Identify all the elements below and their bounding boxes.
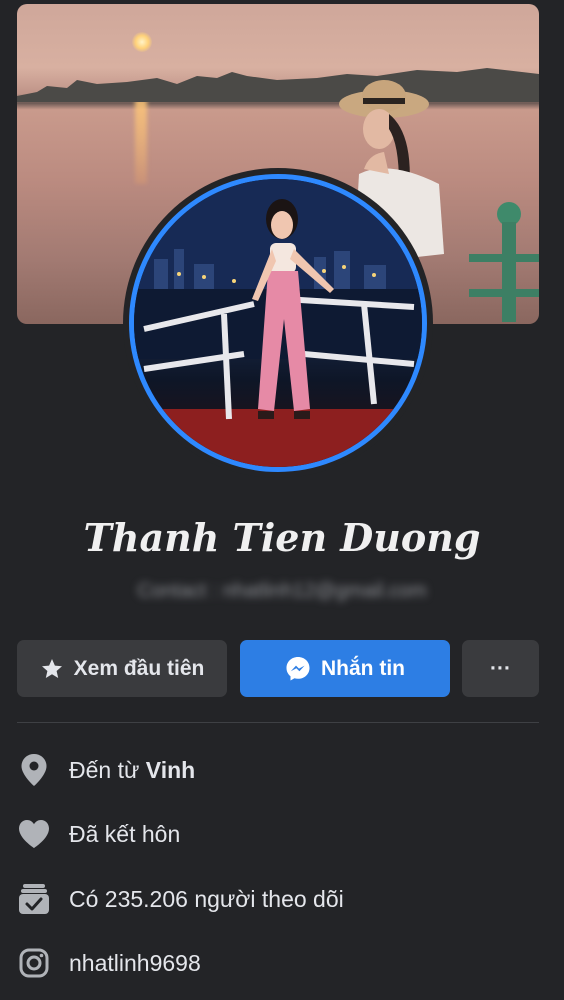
relationship-status: Đã kết hôn xyxy=(69,820,181,847)
location-pin-icon xyxy=(21,754,47,786)
railing-graphic xyxy=(469,202,539,322)
instagram-handle[interactable]: nhatlinh9698 xyxy=(69,950,201,977)
followers-count: Có 235.206 người theo dõi xyxy=(69,885,344,912)
intro-hometown: Đến từ Vinh xyxy=(17,750,195,790)
followers-icon xyxy=(19,884,49,914)
see-first-label: Xem đầu tiên xyxy=(73,656,205,680)
divider xyxy=(17,722,539,723)
intro-instagram[interactable]: nhatlinh9698 xyxy=(17,943,201,983)
message-label: Nhắn tin xyxy=(321,656,405,680)
messenger-icon xyxy=(286,656,310,680)
more-options-button[interactable]: ··· xyxy=(462,640,539,697)
profile-name: Thanh Tien Duong xyxy=(83,515,481,560)
sun-graphic xyxy=(132,32,152,52)
contact-email: Contact : nhatlinh12@gmail.com xyxy=(137,580,427,602)
avatar-photo-graphic xyxy=(134,179,422,467)
avatar[interactable] xyxy=(129,174,427,472)
heart-icon xyxy=(19,820,49,848)
message-button[interactable]: Nhắn tin xyxy=(240,640,450,697)
hometown-prefix: Đến từ xyxy=(69,756,146,783)
hometown-city[interactable]: Vinh xyxy=(146,757,195,784)
instagram-icon xyxy=(19,948,49,978)
sun-reflection-graphic xyxy=(135,99,147,184)
more-icon: ··· xyxy=(490,656,511,680)
see-first-button[interactable]: Xem đầu tiên xyxy=(17,640,227,697)
star-icon xyxy=(41,658,62,678)
intro-followers[interactable]: Có 235.206 người theo dõi xyxy=(17,879,344,919)
skyline-graphic xyxy=(17,68,539,102)
intro-relationship: Đã kết hôn xyxy=(17,814,180,854)
